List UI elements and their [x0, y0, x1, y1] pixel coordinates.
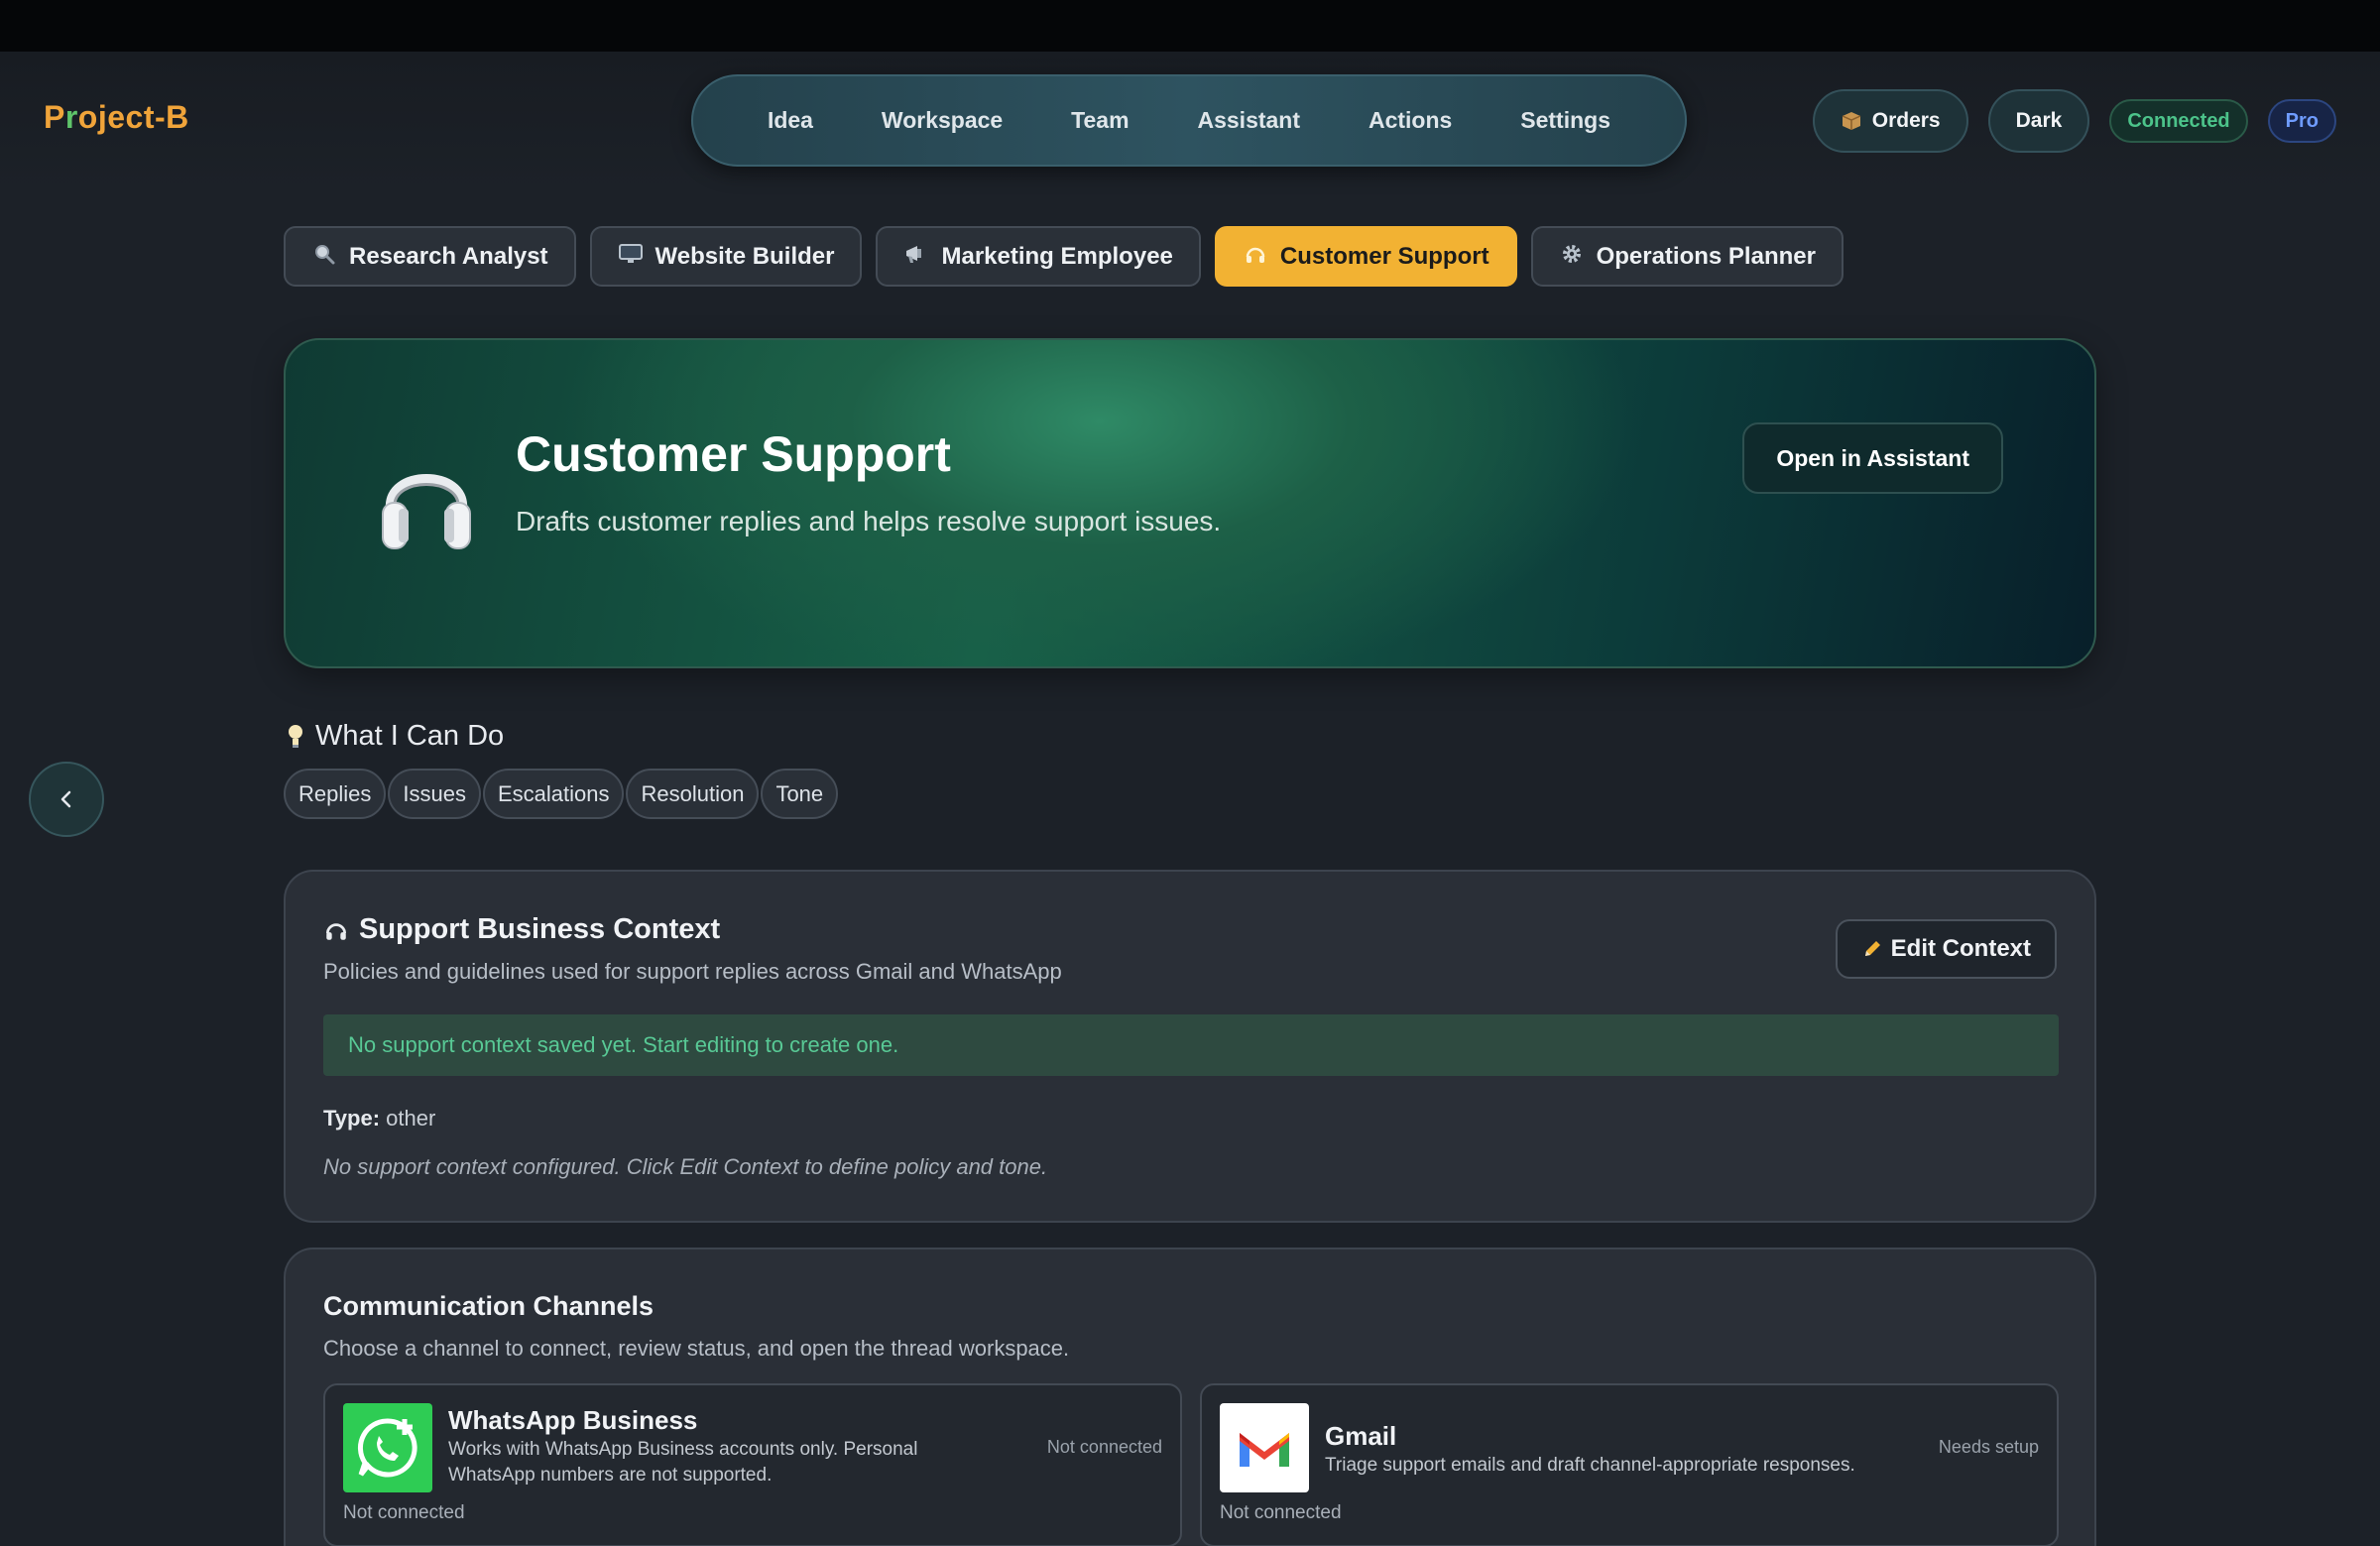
role-tab-research-analyst[interactable]: Research Analyst [284, 226, 576, 287]
role-hero-banner: Customer Support Drafts customer replies… [284, 338, 2096, 668]
monitor-icon [618, 242, 644, 272]
communication-channels-card: Communication Channels Choose a channel … [284, 1248, 2096, 1546]
channels-subtitle: Choose a channel to connect, review stat… [323, 1336, 1070, 1361]
package-icon [1842, 112, 1861, 130]
channel-description: Triage support emails and draft channel-… [1325, 1455, 1855, 1476]
support-context-subtitle: Policies and guidelines used for support… [323, 959, 1062, 984]
theme-label: Dark [2015, 109, 2063, 132]
channel-name: WhatsApp Business [448, 1405, 698, 1435]
capability-tag: Replies [284, 769, 387, 819]
headphones-icon [377, 447, 476, 557]
channel-connection-status: Not connected [1220, 1502, 1342, 1523]
role-title: Customer Support [516, 426, 951, 482]
support-context-card: Support Business Context Policies and gu… [284, 870, 2096, 1223]
channel-status: Needs setup [1938, 1437, 2039, 1457]
capability-tag: Tone [761, 769, 839, 819]
pencil-icon [1864, 941, 1880, 956]
role-tab-website-builder[interactable]: Website Builder [589, 226, 863, 287]
channel-card-gmail[interactable]: Gmail Triage support emails and draft ch… [1200, 1383, 2059, 1546]
open-in-assistant-button[interactable]: Open in Assistant [1742, 422, 2003, 494]
role-tab-customer-support[interactable]: Customer Support [1214, 226, 1517, 287]
role-tab-operations-planner[interactable]: Operations Planner [1530, 226, 1844, 287]
context-empty-note: No support context configured. Click Edi… [323, 1154, 1048, 1179]
theme-toggle-button[interactable]: Dark [1987, 89, 2090, 153]
orders-button[interactable]: Orders [1812, 89, 1968, 153]
edit-context-button[interactable]: Edit Context [1835, 919, 2057, 979]
capability-tag: Escalations [482, 769, 625, 819]
back-button[interactable] [29, 762, 104, 837]
channel-connection-status: Not connected [343, 1502, 465, 1523]
headphones-icon [1243, 242, 1268, 272]
capability-tag: Issues [388, 769, 481, 819]
role-description: Drafts customer replies and helps resolv… [516, 506, 1222, 536]
connection-status-badge: Connected [2109, 99, 2248, 143]
support-context-title: Support Business Context [323, 913, 720, 946]
magnifier-icon [311, 242, 337, 272]
channel-name: Gmail [1325, 1421, 1397, 1451]
gmail-icon [1220, 1403, 1309, 1492]
nav-item-idea[interactable]: Idea [754, 97, 827, 144]
nav-item-settings[interactable]: Settings [1506, 97, 1624, 144]
nav-item-actions[interactable]: Actions [1355, 97, 1466, 144]
gear-icon [1559, 242, 1585, 272]
nav-item-team[interactable]: Team [1057, 97, 1142, 144]
context-type: Type: other [323, 1106, 436, 1130]
orders-label: Orders [1871, 109, 1941, 132]
role-tab-marketing-employee[interactable]: Marketing Employee [876, 226, 1201, 287]
main-nav: Idea Workspace Team Assistant Actions Se… [691, 74, 1687, 167]
channel-status: Not connected [1046, 1437, 1162, 1457]
channel-description: Works with WhatsApp Business accounts on… [448, 1439, 918, 1486]
whatsapp-icon [343, 1403, 432, 1492]
capability-tag: Resolution [626, 769, 760, 819]
lightbulb-icon [289, 724, 302, 748]
header-actions: Orders Dark Connected Pro [1812, 89, 2336, 153]
capabilities-heading: What I Can Do [286, 720, 504, 753]
plan-badge: Pro [2267, 99, 2336, 143]
window-top-strip [0, 0, 2380, 52]
empty-context-notice: No support context saved yet. Start edit… [323, 1014, 2059, 1076]
chevron-left-icon [60, 790, 71, 808]
headphones-icon [325, 922, 347, 940]
role-tabs: Research Analyst Website Builder Marketi… [284, 226, 1844, 287]
app-logo[interactable]: Project-B [44, 99, 189, 136]
nav-item-workspace[interactable]: Workspace [868, 97, 1016, 144]
channel-card-whatsapp[interactable]: WhatsApp Business Works with WhatsApp Bu… [323, 1383, 1182, 1546]
capability-tags: Replies Issues Escalations Resolution To… [284, 769, 839, 819]
nav-item-assistant[interactable]: Assistant [1183, 97, 1314, 144]
channels-title: Communication Channels [323, 1291, 654, 1321]
megaphone-icon [903, 242, 929, 272]
